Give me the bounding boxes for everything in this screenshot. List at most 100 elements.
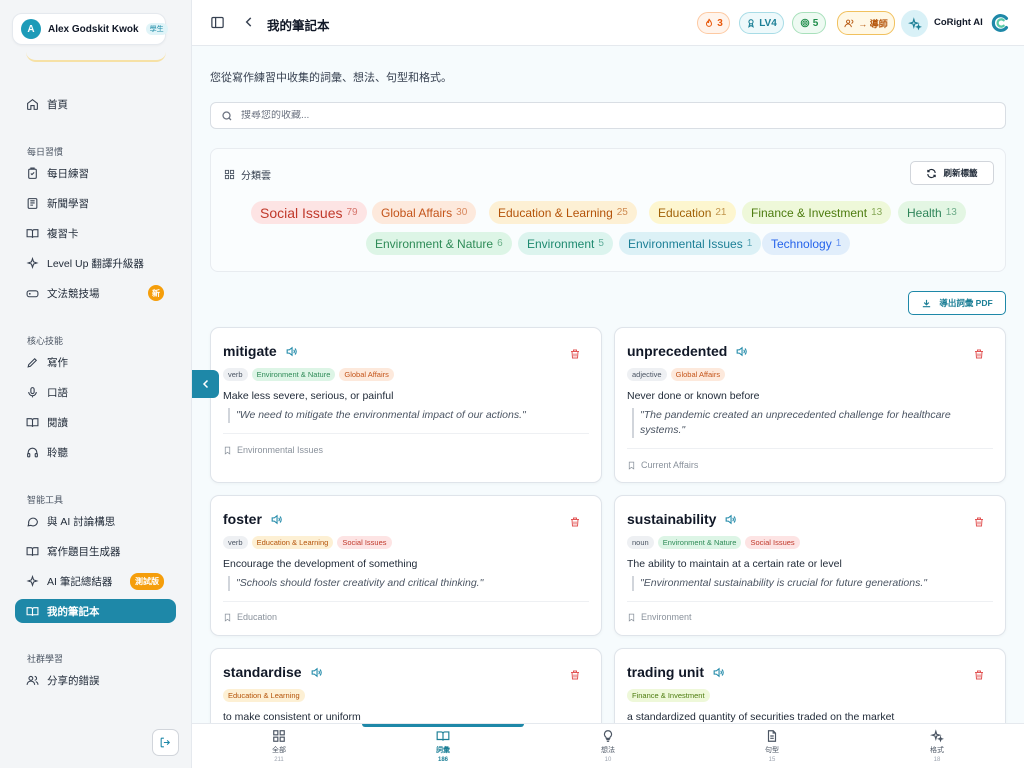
speaker-icon[interactable] [310, 666, 323, 679]
sidebar-item-writing[interactable]: 寫作 [15, 350, 176, 374]
vocab-word-row: sustainability [627, 511, 737, 527]
sidebar-toggle-icon[interactable] [210, 15, 225, 30]
export-vocab-pdf-button[interactable]: 導出詞彙 PDF [908, 291, 1006, 315]
vocab-word-row: unprecedented [627, 343, 748, 359]
open-book-icon [26, 606, 39, 616]
speaker-icon[interactable] [270, 513, 283, 526]
tag-cloud-chip[interactable]: Global Affairs 30 [372, 201, 477, 224]
newspaper-icon [27, 197, 38, 209]
sidebar-item-listening[interactable]: 聆聽 [15, 440, 176, 464]
tab-formats[interactable]: 格式 18 [907, 729, 967, 763]
gamepad-icon [26, 289, 39, 297]
refresh-tags-button[interactable]: 刷新標籤 [910, 161, 994, 185]
category-tag[interactable]: Environment & Nature [251, 368, 336, 381]
category-tag[interactable]: Education & Learning [223, 689, 305, 702]
streak-badge[interactable]: 3 [697, 12, 730, 34]
category-tag[interactable]: Environment & Nature [657, 536, 742, 549]
download-icon [923, 299, 931, 307]
open-book-icon [26, 546, 39, 556]
sidebar-item-speaking[interactable]: 口語 [15, 380, 176, 404]
category-tag[interactable]: Education & Learning [251, 536, 334, 549]
sidebar-item-reading[interactable]: 閱讀 [15, 410, 176, 434]
part-of-speech-badge: verb [223, 368, 248, 381]
tab-count: 10 [604, 757, 612, 763]
delete-button[interactable] [569, 347, 581, 365]
tag-cloud-chip[interactable]: Technology 1 [762, 232, 851, 255]
search-input[interactable] [241, 110, 941, 121]
tag-cloud-chip[interactable]: Environmental Issues 1 [619, 232, 762, 255]
category-tag[interactable]: Global Affairs [339, 368, 394, 381]
vocab-card[interactable]: mitigate verb Environment & Nature Global A… [210, 327, 602, 483]
category-tag[interactable]: Global Affairs [670, 368, 726, 381]
points-badge[interactable]: 5 [792, 12, 826, 34]
tag-cloud-chip[interactable]: Education 21 [649, 201, 736, 224]
tab-ideas[interactable]: 想法 10 [578, 729, 638, 763]
sidebar-item-topic-generator[interactable]: 寫作題目生成器 [15, 539, 176, 563]
delete-button[interactable] [569, 515, 581, 533]
tag-cloud-chip[interactable]: Social Issues 79 [251, 201, 367, 224]
tag-cloud-chip[interactable]: Education & Learning 25 [489, 201, 637, 224]
tab-sentence-patterns[interactable]: 句型 15 [742, 729, 802, 763]
sidebar-item-daily-practice[interactable]: 每日練習 [15, 161, 176, 185]
vocab-definition: Make less severe, serious, or painful [223, 390, 394, 402]
vocab-word: foster [223, 511, 262, 527]
speaker-icon[interactable] [724, 513, 737, 526]
sidebar-item-grammar-arena[interactable]: 文法競技場 新 [15, 281, 176, 305]
sidebar-item-label: 寫作 [47, 356, 68, 369]
sidebar-item-shared-mistakes[interactable]: 分享的錯誤 [15, 668, 176, 692]
sidebar-item-ai-discuss[interactable]: 與 AI 討論構思 [15, 509, 176, 533]
tag-cloud-chip[interactable]: Health 13 [898, 201, 966, 224]
sidebar-item-level-up[interactable]: Level Up 翻譯升級器 [15, 251, 176, 275]
delete-button[interactable] [973, 347, 985, 365]
logout-button[interactable] [152, 729, 179, 756]
card-divider [627, 448, 993, 449]
vocab-source: Environment [627, 612, 692, 622]
sidebar-item-notes-summary[interactable]: AI 筆記總結器 測試版 [15, 569, 176, 593]
tab-vocabulary[interactable]: 詞彙 186 [413, 729, 473, 763]
tutor-button[interactable]: → 導師 [837, 11, 895, 35]
sidebar-item-label: AI 筆記總結器 [47, 575, 113, 588]
vocab-card[interactable]: sustainability noun Environment & Nature So… [614, 495, 1006, 636]
level-badge[interactable]: LV4 [739, 12, 784, 34]
vocab-tags: verb Environment & Nature Global Affairs [223, 368, 394, 381]
tag-cloud-chip[interactable]: Finance & Investment 13 [742, 201, 892, 224]
vocab-card[interactable]: unprecedented adjective Global Affairs Neve… [614, 327, 1006, 483]
grid-icon [224, 169, 235, 180]
sidebar-item-home[interactable]: 首頁 [15, 92, 176, 116]
tab-label: 詞彙 [436, 747, 450, 754]
delete-button[interactable] [973, 515, 985, 533]
category-tag[interactable]: Finance & Investment [627, 689, 710, 702]
speaker-icon[interactable] [712, 666, 725, 679]
sidebar-item-review-cards[interactable]: 複習卡 [15, 221, 176, 245]
category-tag[interactable]: Social Issues [337, 536, 392, 549]
trash-icon [571, 349, 579, 359]
tag-cloud-chip[interactable]: Environment & Nature 6 [366, 232, 512, 255]
user-profile-card[interactable]: A Alex Godskit Kwok 學生 [12, 13, 168, 45]
grid-icon [273, 730, 285, 742]
collapse-sidebar-button[interactable] [192, 370, 219, 398]
sidebar-item-label: 我的筆記本 [47, 605, 100, 618]
delete-button[interactable] [973, 668, 985, 686]
tag-cloud-chip[interactable]: Environment 5 [518, 232, 613, 255]
back-arrow-icon[interactable] [242, 15, 256, 29]
chat-bubble-icon [27, 517, 38, 527]
tag-name: Education [658, 205, 712, 220]
speaker-icon[interactable] [285, 345, 298, 358]
delete-button[interactable] [569, 668, 581, 686]
vocab-source: Education [223, 612, 277, 622]
nav-group-tools: 智能工具 [27, 495, 64, 505]
sidebar-item-news[interactable]: 新聞學習 [15, 191, 176, 215]
vocab-card[interactable]: foster verb Education & Learning Social Iss… [210, 495, 602, 636]
sidebar-item-label: 每日練習 [47, 167, 89, 180]
ai-assistant-button[interactable] [901, 10, 928, 37]
vocab-example: "Environmental sustainability is crucial… [632, 576, 993, 591]
tab-count: 18 [933, 757, 941, 763]
tab-all[interactable]: 全部 211 [249, 729, 309, 763]
sidebar-item-notebook[interactable]: 我的筆記本 [15, 599, 176, 623]
category-tag[interactable]: Social Issues [745, 536, 800, 549]
vocab-tags: adjective Global Affairs [627, 368, 726, 381]
avatar: A [21, 19, 41, 39]
vocab-source: Environmental Issues [223, 445, 323, 455]
speaker-icon[interactable] [735, 345, 748, 358]
brand-logo-icon [991, 14, 1009, 32]
